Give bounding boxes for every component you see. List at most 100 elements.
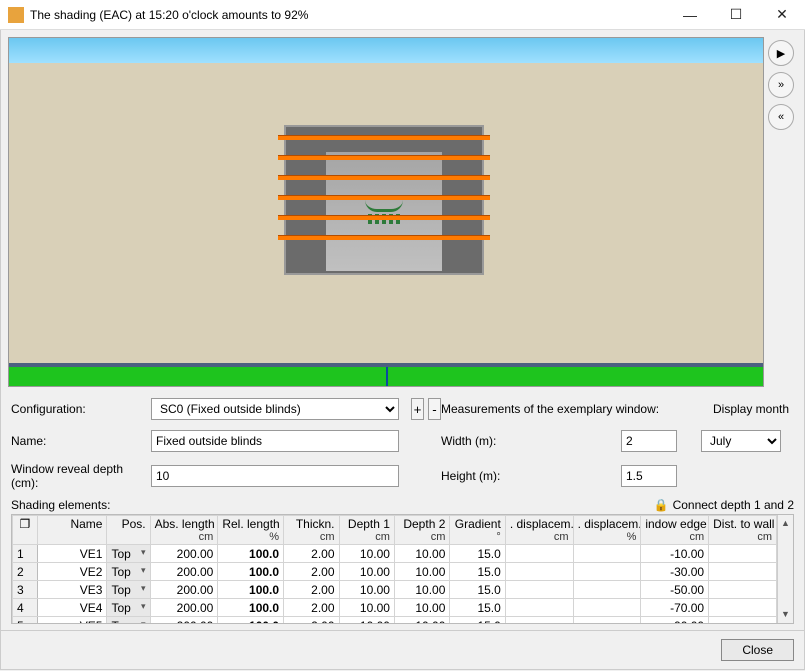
table-cell[interactable]: 2.00 — [284, 617, 339, 625]
table-cell[interactable]: 10.00 — [394, 545, 449, 563]
table-cell[interactable]: 2.00 — [284, 563, 339, 581]
table-row[interactable]: 5VE5Top200.00100.02.0010.0010.0015.0-90.… — [13, 617, 777, 625]
table-cell[interactable]: 200.00 — [150, 617, 218, 625]
table-scrollbar[interactable]: ▲ ▼ — [777, 515, 793, 623]
table-cell[interactable]: 10.00 — [394, 617, 449, 625]
table-cell[interactable] — [573, 581, 641, 599]
column-header[interactable]: indow edgecm — [641, 516, 709, 545]
add-config-button[interactable]: + — [411, 398, 424, 420]
table-row[interactable]: 4VE4Top200.00100.02.0010.0010.0015.0-70.… — [13, 599, 777, 617]
shading-3d-viewport[interactable] — [8, 37, 764, 387]
table-cell[interactable] — [709, 545, 777, 563]
table-cell[interactable]: 100.0 — [218, 545, 284, 563]
table-cell[interactable]: 10.00 — [394, 599, 449, 617]
scroll-down-button[interactable]: ▼ — [778, 606, 793, 623]
configuration-select[interactable]: SC0 (Fixed outside blinds) — [151, 398, 399, 420]
column-header[interactable]: Depth 2cm — [394, 516, 449, 545]
table-row[interactable]: 1VE1Top200.00100.02.0010.0010.0015.0-10.… — [13, 545, 777, 563]
table-cell[interactable]: 10.00 — [339, 545, 394, 563]
table-cell[interactable]: -50.00 — [641, 581, 709, 599]
play-button[interactable]: ▶ — [768, 40, 794, 66]
height-input[interactable] — [621, 465, 677, 487]
table-cell[interactable] — [709, 599, 777, 617]
table-cell[interactable] — [505, 581, 573, 599]
table-cell[interactable]: VE5 — [37, 617, 107, 625]
table-cell[interactable]: 100.0 — [218, 599, 284, 617]
table-cell[interactable]: 10.00 — [339, 617, 394, 625]
column-header[interactable]: Dist. to wallcm — [709, 516, 777, 545]
close-button[interactable]: Close — [721, 639, 794, 661]
column-header[interactable]: Thickn.cm — [284, 516, 339, 545]
table-cell[interactable] — [573, 599, 641, 617]
table-cell[interactable]: 10.00 — [339, 581, 394, 599]
table-cell[interactable]: 200.00 — [150, 563, 218, 581]
rewind-button[interactable]: « — [768, 104, 794, 130]
timeline-marker[interactable] — [386, 367, 388, 387]
name-input[interactable] — [151, 430, 399, 452]
table-cell[interactable]: Top — [107, 581, 150, 599]
table-cell[interactable] — [505, 599, 573, 617]
maximize-button[interactable]: ☐ — [713, 0, 759, 30]
connect-depth-toggle[interactable]: Connect depth 1 and 2 — [673, 498, 794, 512]
reveal-depth-input[interactable] — [151, 465, 399, 487]
table-cell[interactable]: 200.00 — [150, 599, 218, 617]
table-cell[interactable]: 10.00 — [339, 563, 394, 581]
table-cell[interactable] — [573, 617, 641, 625]
column-header[interactable]: Name — [37, 516, 107, 545]
remove-config-button[interactable]: - — [428, 398, 441, 420]
table-cell[interactable] — [573, 563, 641, 581]
table-cell[interactable]: VE4 — [37, 599, 107, 617]
table-cell[interactable]: 5 — [13, 617, 38, 625]
table-cell[interactable] — [709, 563, 777, 581]
table-cell[interactable] — [709, 581, 777, 599]
table-cell[interactable]: 1 — [13, 545, 38, 563]
table-cell[interactable]: 200.00 — [150, 581, 218, 599]
table-cell[interactable]: -70.00 — [641, 599, 709, 617]
table-cell[interactable]: 10.00 — [394, 581, 449, 599]
table-cell[interactable]: 200.00 — [150, 545, 218, 563]
table-cell[interactable]: 2.00 — [284, 545, 339, 563]
column-header[interactable]: ❐ — [13, 516, 38, 545]
fast-forward-button[interactable]: » — [768, 72, 794, 98]
close-window-button[interactable]: ✕ — [759, 0, 805, 30]
table-cell[interactable]: 4 — [13, 599, 38, 617]
table-cell[interactable]: 15.0 — [450, 563, 505, 581]
table-cell[interactable] — [505, 563, 573, 581]
column-header[interactable]: Rel. length% — [218, 516, 284, 545]
column-header[interactable]: . displacem.cm — [505, 516, 573, 545]
table-cell[interactable]: -10.00 — [641, 545, 709, 563]
table-cell[interactable]: -90.00 — [641, 617, 709, 625]
width-input[interactable] — [621, 430, 677, 452]
table-cell[interactable]: -30.00 — [641, 563, 709, 581]
table-cell[interactable] — [573, 545, 641, 563]
table-cell[interactable]: 100.0 — [218, 563, 284, 581]
table-cell[interactable]: VE1 — [37, 545, 107, 563]
table-cell[interactable] — [709, 617, 777, 625]
table-cell[interactable] — [505, 545, 573, 563]
table-cell[interactable]: 10.00 — [394, 563, 449, 581]
table-cell[interactable]: Top — [107, 563, 150, 581]
table-cell[interactable]: 15.0 — [450, 545, 505, 563]
table-cell[interactable]: 10.00 — [339, 599, 394, 617]
table-cell[interactable]: 3 — [13, 581, 38, 599]
table-cell[interactable]: 100.0 — [218, 617, 284, 625]
timeline-bar[interactable] — [9, 367, 763, 387]
table-row[interactable]: 2VE2Top200.00100.02.0010.0010.0015.0-30.… — [13, 563, 777, 581]
column-header[interactable]: Depth 1cm — [339, 516, 394, 545]
column-header[interactable]: . displacem.% — [573, 516, 641, 545]
table-cell[interactable]: 2.00 — [284, 599, 339, 617]
table-cell[interactable]: 15.0 — [450, 581, 505, 599]
table-cell[interactable]: 2 — [13, 563, 38, 581]
table-cell[interactable]: Top — [107, 545, 150, 563]
minimize-button[interactable]: — — [667, 0, 713, 30]
scroll-up-button[interactable]: ▲ — [778, 515, 793, 532]
table-cell[interactable]: 15.0 — [450, 617, 505, 625]
table-cell[interactable]: VE3 — [37, 581, 107, 599]
table-cell[interactable]: VE2 — [37, 563, 107, 581]
table-cell[interactable]: 100.0 — [218, 581, 284, 599]
table-cell[interactable]: 15.0 — [450, 599, 505, 617]
table-cell[interactable]: 2.00 — [284, 581, 339, 599]
table-cell[interactable]: Top — [107, 617, 150, 625]
month-select[interactable]: July — [701, 430, 781, 452]
column-header[interactable]: Abs. lengthcm — [150, 516, 218, 545]
